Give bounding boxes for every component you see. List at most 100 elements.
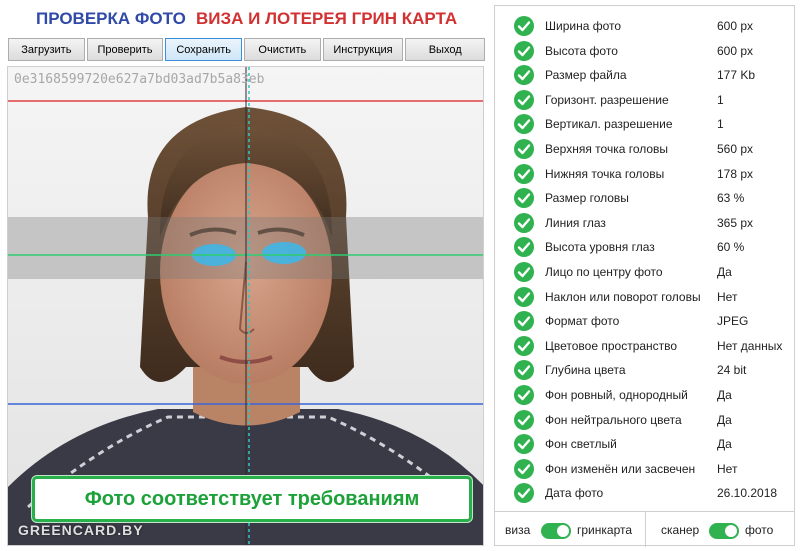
check-label: Вертикал. разрешение [545,117,673,132]
check-value: 178 px [717,166,754,181]
check-row: Размер головы 63 % [495,186,794,210]
check-circle-icon [514,409,534,430]
check-value: Нет данных [717,338,783,353]
scanner-photo-toggle[interactable] [709,523,739,539]
check-circle-icon [514,434,534,455]
toggle-knob [557,525,569,537]
mode-toggles: виза гринкарта сканер фото [495,511,794,547]
check-label: Глубина цвета [545,363,626,378]
check-label: Фон изменён или засвечен [545,461,696,476]
check-row: Цветовое пространство Нет данных [495,334,794,358]
check-label: Верхняя точка головы [545,142,669,156]
check-row: Фон нейтрального цвета Да [495,408,794,432]
check-button[interactable]: Проверить [86,38,164,61]
watermark: GREENCARD.BY [18,522,144,538]
check-row: Фон ровный, однородный Да [495,383,794,407]
clear-button[interactable]: Очистить [244,38,321,61]
check-circle-icon [514,335,534,356]
check-circle-icon [514,139,534,159]
checks-panel: Ширина фото 600 px Высота фото 600 px Разм… [494,5,795,547]
check-circle-icon [514,65,534,86]
divider [645,512,646,547]
check-row: Высота фото 600 px [495,39,794,63]
check-circle-icon [514,188,534,209]
check-value: 600 px [717,43,754,58]
check-circle-icon [514,262,534,282]
check-value: JPEG [717,314,749,329]
check-row: Глубина цвета 24 bit [495,358,794,382]
check-circle-icon [514,286,534,307]
check-label: Ширина фото [545,19,622,33]
check-circle-icon [514,237,534,258]
check-row: Фон светлый Да [495,432,794,456]
check-circle-icon [514,212,534,233]
check-circle-icon [514,385,534,405]
photo-hash: 0e3168599720e627a7bd03ad7b5a83eb [14,72,265,87]
check-label: Линия глаз [545,215,606,230]
check-circle-icon [514,163,534,184]
check-row: Линия глаз 365 px [495,211,794,235]
visa-greencard-toggle[interactable] [541,523,571,539]
load-button[interactable]: Загрузить [8,38,85,61]
check-circle-icon [514,360,534,381]
check-value: 60 % [717,240,745,255]
photo-image [8,67,483,545]
check-label: Горизонт. разрешение [545,92,669,107]
check-value: 560 px [717,142,754,156]
check-circle-icon [514,16,534,36]
check-value: 1 [717,92,724,107]
instructions-button[interactable]: Инструкция [322,38,404,61]
check-row: Вертикал. разрешение 1 [495,112,794,136]
check-circle-icon [514,458,534,479]
check-label: Лицо по центру фото [545,265,663,279]
check-value: 63 % [717,191,745,206]
result-banner: Фото соответствует требованиям [32,476,472,522]
photo-preview: 0e3168599720e627a7bd03ad7b5a83eb Фото со… [7,66,484,546]
check-value: Да [717,265,732,279]
check-value: Нет [717,461,738,476]
check-label: Размер файла [545,68,627,83]
check-row: Горизонт. разрешение 1 [495,88,794,112]
toggle-visa-label: виза [505,523,531,537]
check-label: Высота фото [545,43,618,58]
check-value: Да [717,437,732,452]
app-title: ПРОВЕРКА ФОТО [36,9,186,28]
check-label: Фон ровный, однородный [545,388,688,402]
save-button[interactable]: Сохранить [165,38,243,61]
toggle-greencard-label: гринкарта [577,523,633,537]
check-circle-icon [514,40,534,61]
check-label: Нижняя точка головы [545,166,665,181]
check-row: Наклон или поворот головы Нет [495,285,794,309]
check-row: Нижняя точка головы 178 px [495,162,794,186]
check-row: Верхняя точка головы 560 px [495,137,794,161]
check-value: Нет [717,289,738,304]
check-circle-icon [514,89,534,110]
check-circle-icon [514,311,534,332]
app-header: ПРОВЕРКА ФОТО ВИЗА И ЛОТЕРЕЯ ГРИН КАРТА [0,0,490,38]
app-subtitle: ВИЗА И ЛОТЕРЕЯ ГРИН КАРТА [196,9,458,28]
check-row: Дата фото 26.10.2018 [495,481,794,505]
check-row: Высота уровня глаз 60 % [495,235,794,259]
check-value: Да [717,412,732,427]
check-row: Размер файла 177 Kb [495,63,794,87]
check-value: 365 px [717,215,754,230]
check-label: Формат фото [545,314,620,329]
check-value: 24 bit [717,363,747,378]
toggle-scanner-label: сканер [661,523,700,537]
check-label: Фон нейтрального цвета [545,412,682,427]
check-circle-icon [514,483,534,504]
check-value: 26.10.2018 [717,486,778,501]
check-label: Цветовое пространство [545,338,678,353]
check-value: Да [717,388,732,402]
check-value: 600 px [717,19,754,33]
exit-button[interactable]: Выход [405,38,485,61]
check-value: 1 [717,117,724,132]
check-row: Фон изменён или засвечен Нет [495,457,794,481]
check-label: Наклон или поворот головы [545,289,701,304]
check-row: Формат фото JPEG [495,309,794,333]
toggle-photo-label: фото [745,523,774,537]
check-row: Ширина фото 600 px [495,14,794,38]
check-label: Фон светлый [545,437,617,452]
check-label: Размер головы [545,191,629,206]
check-row: Лицо по центру фото Да [495,260,794,284]
